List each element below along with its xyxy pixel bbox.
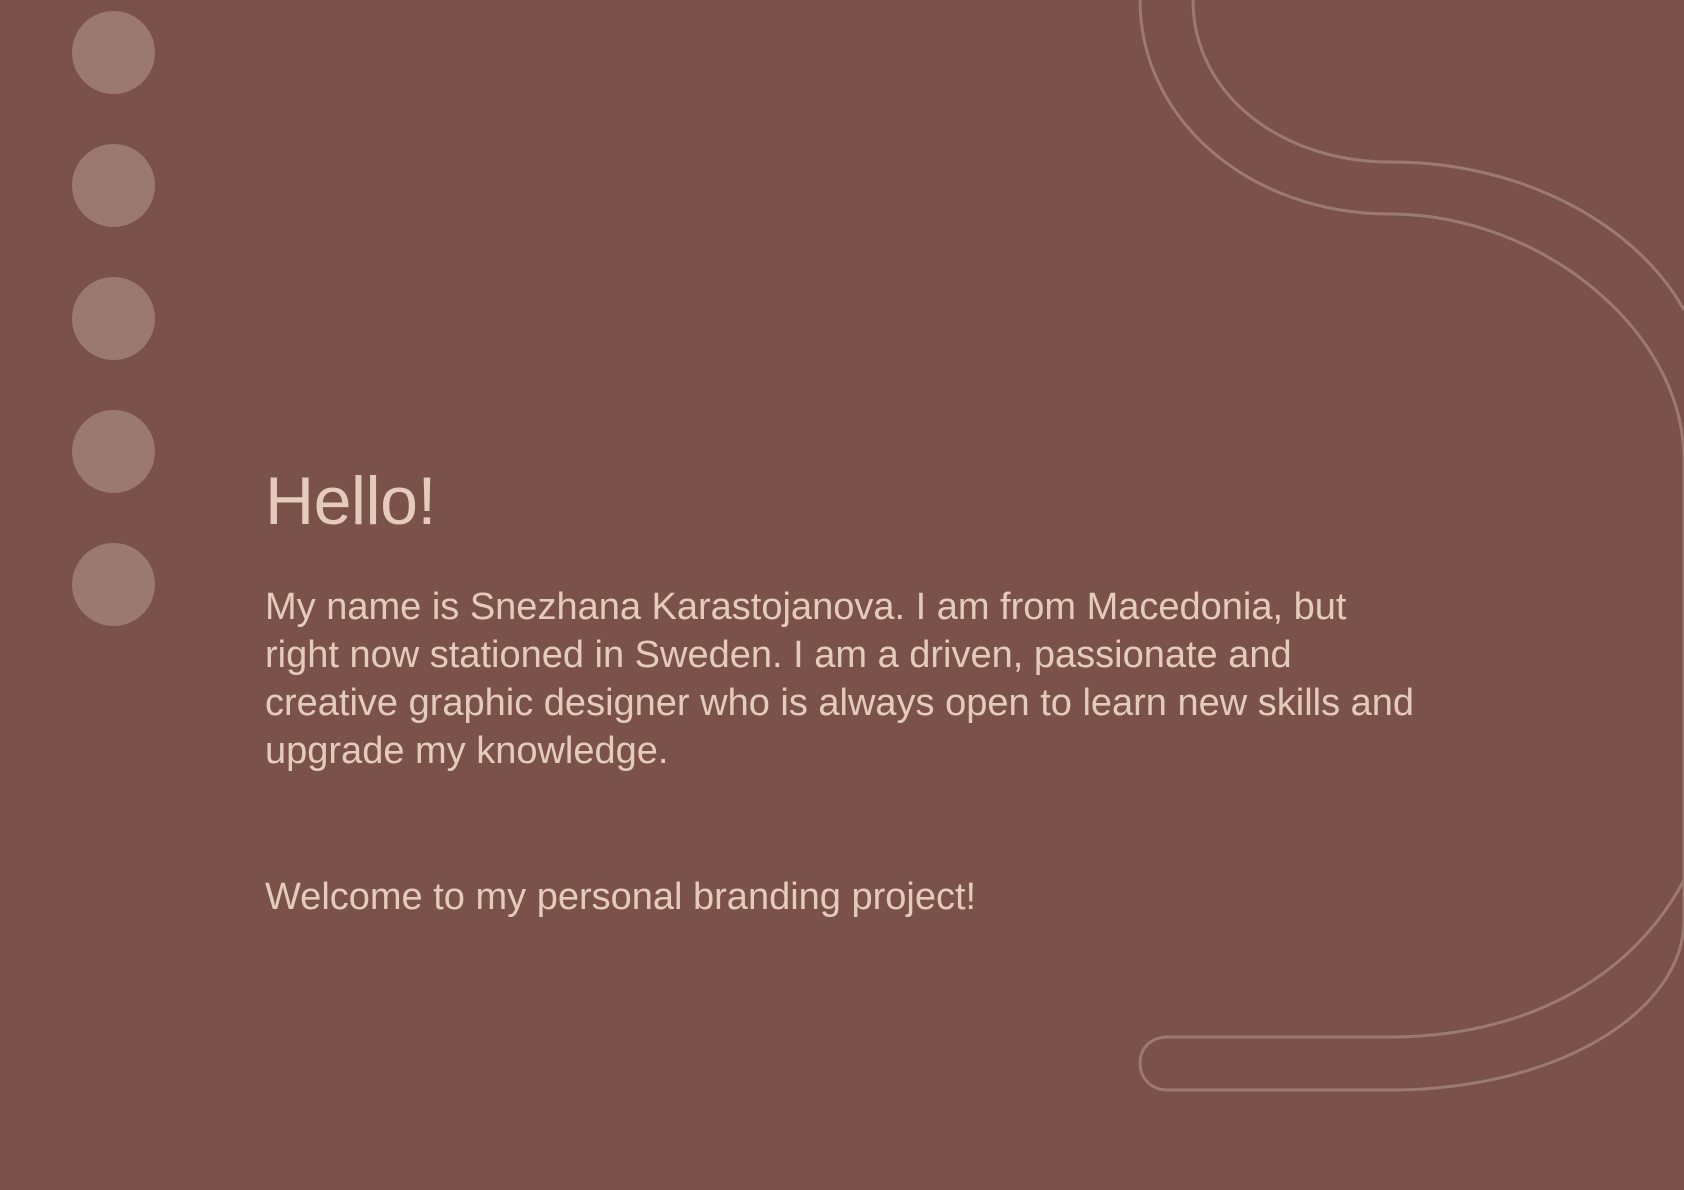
decorative-dots [72,11,156,676]
circle-dot-icon [72,144,155,227]
greeting-heading: Hello! [265,463,436,539]
curve-outline-inner [1191,0,1684,311]
circle-dot-icon [72,410,155,493]
circle-dot-icon [72,11,155,94]
slide: Hello! My name is Snezhana Karastojanova… [0,0,1684,1190]
welcome-message: Welcome to my personal branding project! [265,876,977,918]
circle-dot-icon [72,543,155,626]
bio-paragraph: My name is Snezhana Karastojanova. I am … [265,586,1415,772]
intro-text-block: Hello! My name is Snezhana Karastojanova… [265,460,1425,921]
circle-dot-icon [72,277,155,360]
